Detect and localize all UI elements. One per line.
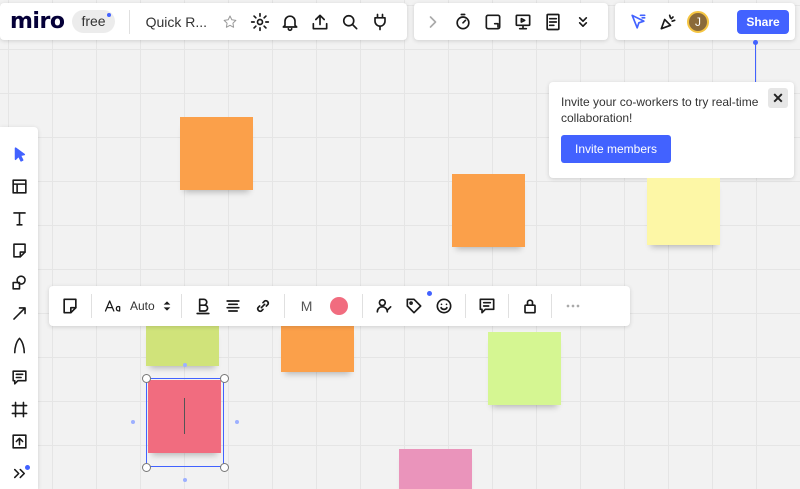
- notes-list-icon[interactable]: [538, 7, 568, 37]
- connection-line-icon[interactable]: [0, 298, 38, 330]
- more-options-icon[interactable]: [558, 291, 588, 321]
- close-popover-button[interactable]: ✕: [768, 88, 788, 108]
- upload-icon[interactable]: [0, 425, 38, 457]
- link-icon[interactable]: [248, 291, 278, 321]
- bold-icon[interactable]: [188, 291, 218, 321]
- lock-icon[interactable]: [515, 291, 545, 321]
- divider: [551, 294, 553, 318]
- popover-connector-line: [755, 43, 756, 83]
- divider: [91, 294, 92, 318]
- sticky-color-swatch[interactable]: [330, 297, 349, 315]
- top-collab-toolbar: [414, 3, 608, 40]
- connector-dot-top[interactable]: [183, 363, 187, 367]
- divider: [180, 294, 182, 318]
- resize-handle-bottom-left[interactable]: [142, 463, 151, 472]
- sticky-note-green[interactable]: [488, 332, 561, 405]
- invite-message: Invite your co-workers to try real-time …: [561, 95, 759, 125]
- pen-icon[interactable]: [0, 330, 38, 362]
- search-icon[interactable]: [335, 7, 365, 37]
- top-share-toolbar: J Share: [615, 3, 795, 40]
- templates-icon[interactable]: [0, 171, 38, 203]
- sticky-note-orange[interactable]: [180, 117, 253, 190]
- plan-badge-label: free: [81, 13, 106, 29]
- assign-author-icon[interactable]: [369, 291, 399, 321]
- plan-badge[interactable]: free: [72, 10, 115, 33]
- connector-dot-left[interactable]: [131, 420, 135, 424]
- divider: [362, 294, 364, 318]
- notifications-bell-icon[interactable]: [275, 7, 305, 37]
- connector-dot-right[interactable]: [235, 420, 239, 424]
- sticky-note-lime[interactable]: [146, 326, 219, 366]
- board-title[interactable]: Quick R...: [146, 14, 207, 30]
- left-creation-toolbar: [0, 127, 38, 489]
- sticky-type-icon[interactable]: [55, 291, 85, 321]
- miro-logo[interactable]: miro: [10, 9, 65, 34]
- top-left-toolbar: miro free Quick R...: [0, 3, 407, 40]
- divider: [128, 9, 130, 34]
- text-tool-icon[interactable]: [0, 203, 38, 235]
- frame-icon[interactable]: [0, 394, 38, 426]
- sticky-note-pink[interactable]: [399, 449, 472, 489]
- plan-badge-dot: [106, 13, 111, 17]
- sticky-size-label[interactable]: M: [301, 298, 313, 314]
- sticky-note-orange[interactable]: [452, 174, 525, 247]
- celebrate-party-icon[interactable]: [653, 7, 683, 37]
- settings-gear-icon[interactable]: [245, 7, 275, 37]
- more-tools-chevron-icon[interactable]: [0, 457, 38, 489]
- text-align-icon[interactable]: [218, 291, 248, 321]
- chevron-double-down-icon[interactable]: [568, 7, 598, 37]
- sticky-note-yellow[interactable]: [647, 178, 720, 245]
- comment-icon[interactable]: [0, 362, 38, 394]
- font-size-value[interactable]: Auto: [130, 299, 155, 313]
- sticky-note-orange[interactable]: [281, 326, 354, 372]
- resize-handle-top-left[interactable]: [142, 374, 151, 383]
- comment-icon[interactable]: [472, 291, 502, 321]
- font-size-stepper-icon[interactable]: [159, 291, 175, 321]
- cursor-follow-icon[interactable]: [623, 7, 653, 37]
- chevron-right-icon[interactable]: [418, 7, 448, 37]
- divider: [508, 294, 510, 318]
- selection-box: [146, 378, 224, 467]
- connector-dot-bottom[interactable]: [183, 478, 187, 482]
- apps-plug-icon[interactable]: [365, 7, 395, 37]
- frame-card-icon[interactable]: [478, 7, 508, 37]
- assign-notification-dot: [427, 291, 432, 296]
- user-avatar[interactable]: J: [687, 10, 709, 33]
- select-cursor-icon[interactable]: [0, 139, 38, 171]
- invite-popover: Invite your co-workers to try real-time …: [549, 82, 794, 178]
- font-family-icon[interactable]: [98, 291, 128, 321]
- text-cursor: [184, 398, 185, 434]
- tools-notification-dot: [25, 465, 30, 470]
- sticky-note-icon[interactable]: [0, 234, 38, 266]
- invite-members-button[interactable]: Invite members: [561, 135, 671, 163]
- emoji-reaction-icon[interactable]: [429, 291, 459, 321]
- export-upload-icon[interactable]: [305, 7, 335, 37]
- timer-icon[interactable]: [448, 7, 478, 37]
- resize-handle-top-right[interactable]: [220, 374, 229, 383]
- resize-handle-bottom-right[interactable]: [220, 463, 229, 472]
- divider: [465, 294, 467, 318]
- shapes-icon[interactable]: [0, 266, 38, 298]
- sticky-context-toolbar: Auto M: [49, 286, 630, 326]
- share-button[interactable]: Share: [737, 9, 789, 34]
- divider: [283, 294, 285, 318]
- presentation-icon[interactable]: [508, 7, 538, 37]
- tag-icon[interactable]: [399, 291, 429, 321]
- star-icon[interactable]: [215, 7, 245, 37]
